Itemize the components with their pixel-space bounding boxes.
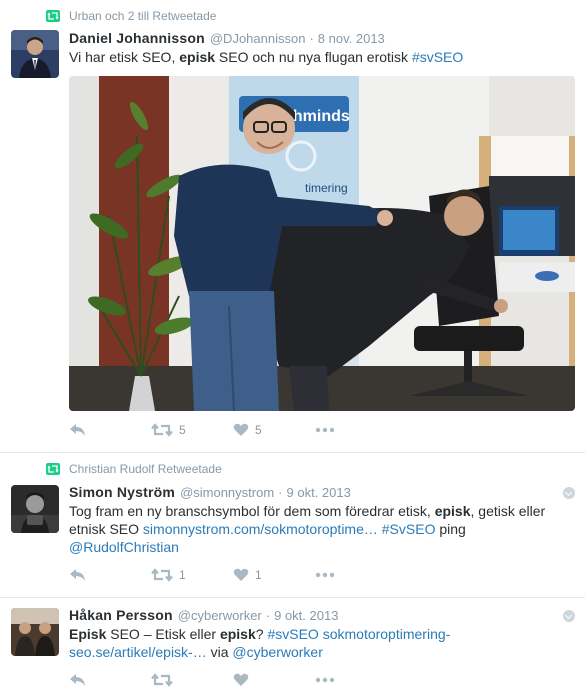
retweet-action-icon [151, 423, 173, 437]
author-name[interactable]: Daniel Johannisson [69, 30, 205, 46]
url-link[interactable]: simonnystrom.com/sokmotoroptime… [143, 521, 378, 537]
tweet-actions: 5 5 [69, 420, 335, 440]
retweet-context: Urban och 2 till Retweetade [46, 8, 216, 24]
retweet-action-icon [151, 673, 173, 687]
more-dots-icon [315, 677, 335, 683]
retweet-context-text[interactable]: Urban och 2 till Retweetade [69, 9, 216, 23]
more-dots-icon [315, 572, 335, 578]
reply-icon [70, 424, 85, 436]
more-button[interactable] [315, 427, 335, 433]
text-segment: Tog fram en ny branschsymbol för dem som… [69, 503, 435, 519]
author-handle[interactable]: @cyberworker [178, 608, 262, 623]
more-button[interactable] [315, 677, 335, 683]
author-name[interactable]: Simon Nyström [69, 484, 175, 500]
avatar[interactable] [11, 485, 59, 533]
more-dots-icon [315, 427, 335, 433]
retweet-context-text[interactable]: Christian Rudolf Retweetade [69, 462, 222, 476]
author-name[interactable]: Håkan Persson [69, 607, 173, 623]
text-segment: ping [435, 521, 466, 537]
retweet-action-icon [151, 568, 173, 582]
like-count: 1 [255, 568, 262, 582]
tweet-actions [69, 670, 335, 690]
author-handle[interactable]: @DJohannisson [210, 31, 306, 46]
tweet[interactable]: Håkan Persson @cyberworker · 9 okt. 2013… [0, 598, 585, 697]
separator: · [309, 31, 314, 46]
author-handle[interactable]: @simonnystrom [180, 485, 274, 500]
highlight-word: episk [434, 503, 471, 519]
sign-text-2: timering [305, 181, 348, 195]
text-segment: SEO – Etisk eller [106, 626, 220, 642]
tweet-text: Vi har etisk SEO, episk SEO och nu nya f… [69, 48, 569, 66]
hashtag-link[interactable]: #svSEO [267, 626, 318, 642]
retweet-button[interactable]: 1 [151, 568, 233, 582]
hashtag-link[interactable]: #SvSEO [382, 521, 436, 537]
like-count: 5 [255, 423, 262, 437]
tweet-menu-caret-icon[interactable] [563, 487, 575, 499]
retweet-button[interactable] [151, 673, 233, 687]
retweet-icon [46, 10, 60, 22]
tweet-header: Simon Nyström @simonnystrom · 9 okt. 201… [69, 484, 351, 502]
separator: · [278, 485, 283, 500]
tweet-text: Episk SEO – Etisk eller episk? #svSEO so… [69, 625, 569, 661]
heart-icon [233, 673, 249, 686]
tweet-photo[interactable]: chminds timering [69, 76, 575, 411]
text-segment: via [206, 644, 233, 660]
tweet[interactable]: Urban och 2 till Retweetade Daniel Johan… [0, 0, 585, 452]
heart-icon [233, 568, 249, 581]
avatar[interactable] [11, 608, 59, 656]
tweet-actions: 1 1 [69, 565, 335, 585]
retweet-context: Christian Rudolf Retweetade [46, 461, 222, 477]
retweet-icon [46, 463, 60, 475]
more-button[interactable] [315, 572, 335, 578]
highlight-word: Episk [69, 626, 107, 642]
like-button[interactable]: 1 [233, 568, 315, 582]
reply-icon [70, 674, 85, 686]
like-button[interactable]: 5 [233, 423, 315, 437]
retweet-count: 1 [179, 568, 186, 582]
retweet-count: 5 [179, 423, 186, 437]
highlight-word: episk [219, 626, 256, 642]
reply-button[interactable] [69, 568, 151, 582]
tweet[interactable]: Christian Rudolf Retweetade Simon Nyströ… [0, 453, 585, 597]
timestamp[interactable]: 9 okt. 2013 [274, 608, 338, 623]
tweet-header: Daniel Johannisson @DJohannisson · 8 nov… [69, 30, 385, 48]
text-segment: ? [255, 626, 268, 642]
reply-button[interactable] [69, 423, 151, 437]
mention-link[interactable]: @RudolfChristian [69, 539, 179, 555]
tweet-menu-caret-icon[interactable] [563, 610, 575, 622]
heart-icon [233, 423, 249, 436]
mention-link[interactable]: @cyberworker [232, 644, 322, 660]
reply-icon [70, 569, 85, 581]
text-segment: Vi har etisk SEO, [69, 49, 180, 65]
highlight-word: episk [179, 49, 216, 65]
hashtag-link[interactable]: #svSEO [412, 49, 463, 65]
avatar[interactable] [11, 30, 59, 78]
like-button[interactable] [233, 673, 315, 687]
retweet-button[interactable]: 5 [151, 423, 233, 437]
separator: · [265, 608, 271, 623]
tweet-header: Håkan Persson @cyberworker · 9 okt. 2013 [69, 607, 338, 625]
timestamp[interactable]: 8 nov. 2013 [318, 31, 385, 46]
reply-button[interactable] [69, 673, 151, 687]
tweet-text: Tog fram en ny branschsymbol för dem som… [69, 502, 569, 556]
text-segment: SEO och nu nya flugan erotisk [215, 49, 412, 65]
timestamp[interactable]: 9 okt. 2013 [287, 485, 351, 500]
